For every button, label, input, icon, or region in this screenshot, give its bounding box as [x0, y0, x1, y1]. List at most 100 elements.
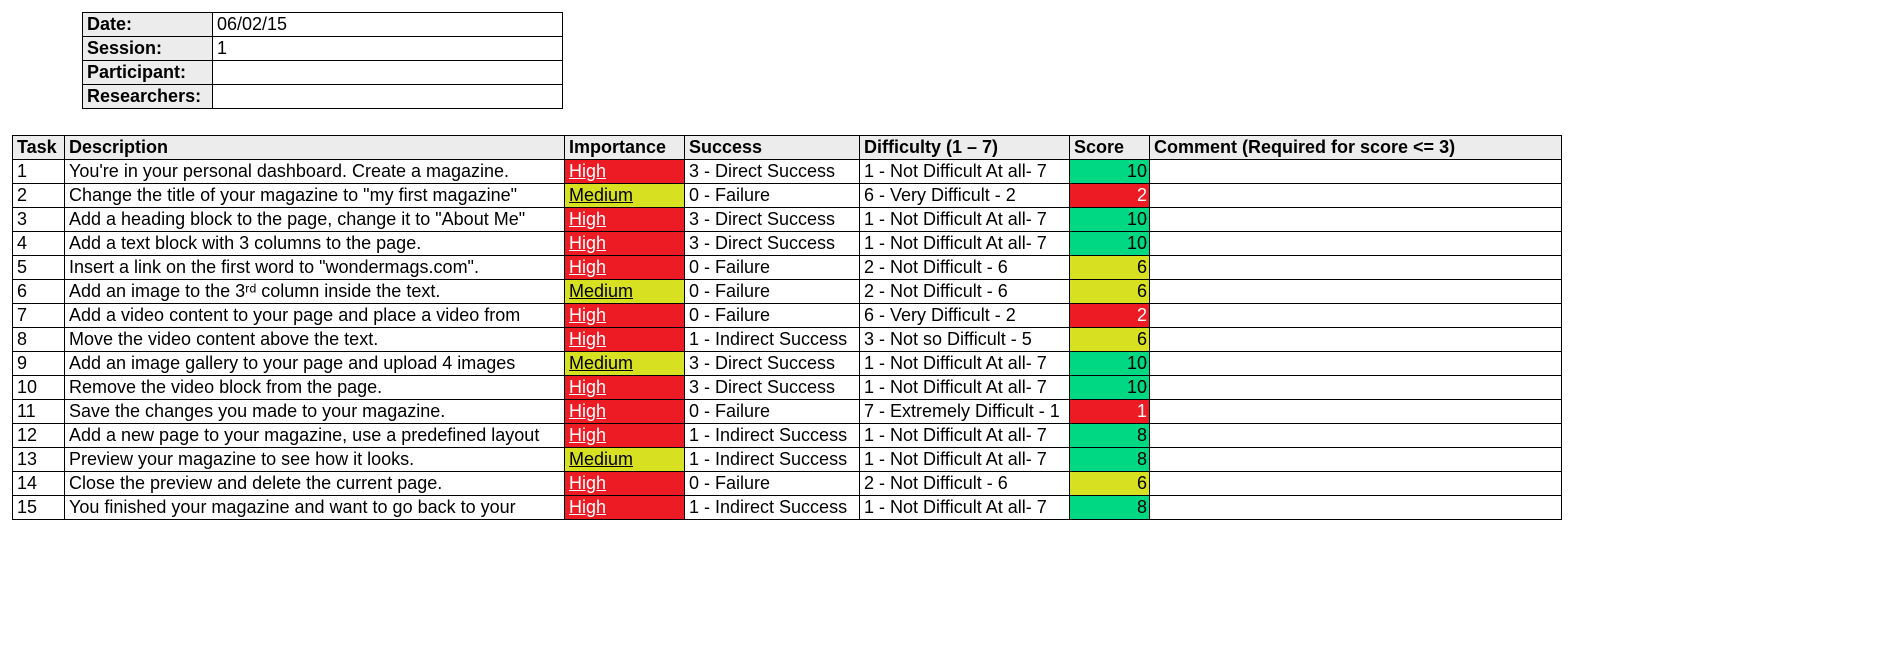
cell-difficulty: 2 - Not Difficult - 6 [860, 280, 1070, 304]
header-success: Success [685, 136, 860, 160]
meta-session-value: 1 [213, 37, 563, 61]
table-row: 5Insert a link on the first word to "won… [13, 256, 1562, 280]
cell-description: Add a video content to your page and pla… [65, 304, 565, 328]
cell-task: 7 [13, 304, 65, 328]
cell-importance: High [565, 424, 685, 448]
header-task: Task [13, 136, 65, 160]
cell-task: 13 [13, 448, 65, 472]
cell-comment [1150, 256, 1562, 280]
cell-task: 9 [13, 352, 65, 376]
cell-importance: High [565, 400, 685, 424]
table-row: 14Close the preview and delete the curre… [13, 472, 1562, 496]
cell-description: Add an image to the 3ʳᵈ column inside th… [65, 280, 565, 304]
cell-description: You're in your personal dashboard. Creat… [65, 160, 565, 184]
cell-comment [1150, 472, 1562, 496]
cell-score: 6 [1070, 256, 1150, 280]
meta-researchers-label: Researchers: [83, 85, 213, 109]
cell-success: 0 - Failure [685, 280, 860, 304]
cell-difficulty: 1 - Not Difficult At all- 7 [860, 160, 1070, 184]
cell-comment [1150, 424, 1562, 448]
cell-description: Change the title of your magazine to "my… [65, 184, 565, 208]
cell-task: 1 [13, 160, 65, 184]
cell-score: 6 [1070, 280, 1150, 304]
cell-difficulty: 2 - Not Difficult - 6 [860, 472, 1070, 496]
cell-task: 11 [13, 400, 65, 424]
cell-task: 10 [13, 376, 65, 400]
table-row: 7Add a video content to your page and pl… [13, 304, 1562, 328]
cell-description: Close the preview and delete the current… [65, 472, 565, 496]
cell-success: 1 - Indirect Success [685, 328, 860, 352]
cell-description: Move the video content above the text. [65, 328, 565, 352]
cell-success: 3 - Direct Success [685, 160, 860, 184]
meta-date-label: Date: [83, 13, 213, 37]
table-row: 10Remove the video block from the page.H… [13, 376, 1562, 400]
cell-task: 14 [13, 472, 65, 496]
cell-score: 6 [1070, 328, 1150, 352]
meta-session-label: Session: [83, 37, 213, 61]
header-comment: Comment (Required for score <= 3) [1150, 136, 1562, 160]
cell-comment [1150, 208, 1562, 232]
cell-success: 3 - Direct Success [685, 376, 860, 400]
cell-comment [1150, 496, 1562, 520]
cell-success: 3 - Direct Success [685, 208, 860, 232]
header-description: Description [65, 136, 565, 160]
cell-success: 3 - Direct Success [685, 232, 860, 256]
cell-importance: High [565, 376, 685, 400]
cell-score: 10 [1070, 232, 1150, 256]
cell-description: Add a new page to your magazine, use a p… [65, 424, 565, 448]
cell-importance: High [565, 160, 685, 184]
cell-score: 8 [1070, 424, 1150, 448]
header-difficulty: Difficulty (1 – 7) [860, 136, 1070, 160]
table-row: 9Add an image gallery to your page and u… [13, 352, 1562, 376]
table-row: 3Add a heading block to the page, change… [13, 208, 1562, 232]
cell-difficulty: 1 - Not Difficult At all- 7 [860, 232, 1070, 256]
header-row: Task Description Importance Success Diff… [13, 136, 1562, 160]
cell-score: 8 [1070, 448, 1150, 472]
header-importance: Importance [565, 136, 685, 160]
cell-task: 8 [13, 328, 65, 352]
cell-difficulty: 1 - Not Difficult At all- 7 [860, 376, 1070, 400]
cell-comment [1150, 280, 1562, 304]
cell-difficulty: 7 - Extremely Difficult - 1 [860, 400, 1070, 424]
cell-importance: Medium [565, 184, 685, 208]
tasks-table: Task Description Importance Success Diff… [12, 135, 1562, 520]
cell-comment [1150, 400, 1562, 424]
cell-difficulty: 1 - Not Difficult At all- 7 [860, 496, 1070, 520]
cell-description: Preview your magazine to see how it look… [65, 448, 565, 472]
table-row: 11Save the changes you made to your maga… [13, 400, 1562, 424]
cell-success: 1 - Indirect Success [685, 496, 860, 520]
cell-description: Save the changes you made to your magazi… [65, 400, 565, 424]
cell-task: 15 [13, 496, 65, 520]
meta-participant-label: Participant: [83, 61, 213, 85]
cell-difficulty: 3 - Not so Difficult - 5 [860, 328, 1070, 352]
table-row: 1You're in your personal dashboard. Crea… [13, 160, 1562, 184]
cell-success: 0 - Failure [685, 256, 860, 280]
cell-importance: Medium [565, 448, 685, 472]
meta-table: Date: 06/02/15 Session: 1 Participant: R… [82, 12, 563, 109]
cell-score: 6 [1070, 472, 1150, 496]
cell-score: 2 [1070, 184, 1150, 208]
cell-success: 0 - Failure [685, 304, 860, 328]
table-row: 6 Add an image to the 3ʳᵈ column inside t… [13, 280, 1562, 304]
cell-importance: High [565, 328, 685, 352]
table-row: 13Preview your magazine to see how it lo… [13, 448, 1562, 472]
table-row: 8Move the video content above the text.H… [13, 328, 1562, 352]
cell-importance: High [565, 208, 685, 232]
cell-difficulty: 1 - Not Difficult At all- 7 [860, 424, 1070, 448]
cell-success: 0 - Failure [685, 400, 860, 424]
cell-success: 0 - Failure [685, 472, 860, 496]
cell-success: 1 - Indirect Success [685, 448, 860, 472]
table-row: 15You finished your magazine and want to… [13, 496, 1562, 520]
cell-difficulty: 2 - Not Difficult - 6 [860, 256, 1070, 280]
cell-comment [1150, 376, 1562, 400]
cell-description: Insert a link on the first word to "wond… [65, 256, 565, 280]
meta-date-value: 06/02/15 [213, 13, 563, 37]
cell-task: 5 [13, 256, 65, 280]
cell-importance: Medium [565, 352, 685, 376]
cell-comment [1150, 160, 1562, 184]
cell-description: Remove the video block from the page. [65, 376, 565, 400]
cell-success: 3 - Direct Success [685, 352, 860, 376]
cell-comment [1150, 184, 1562, 208]
cell-importance: High [565, 256, 685, 280]
cell-comment [1150, 304, 1562, 328]
